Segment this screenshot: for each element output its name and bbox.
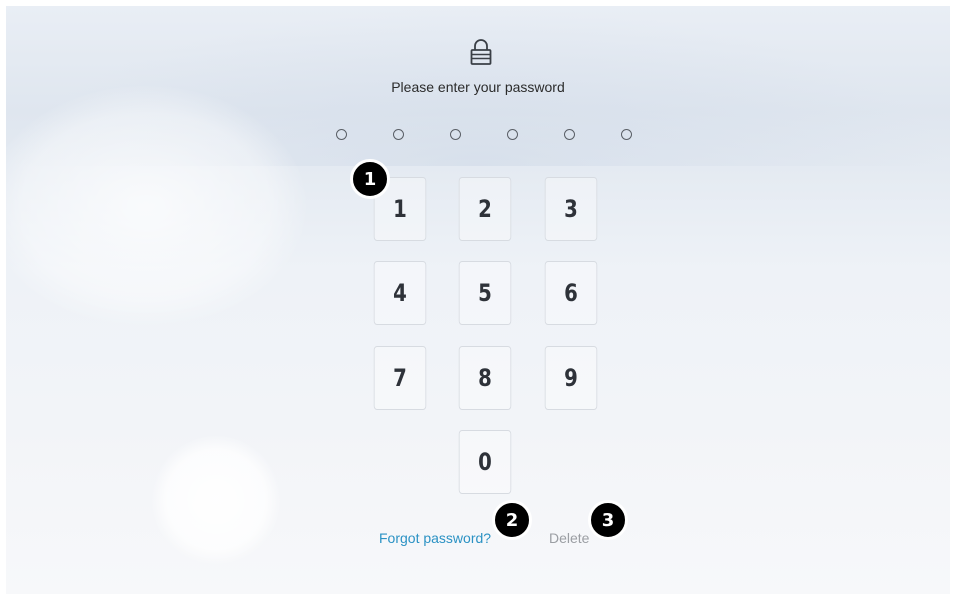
key-4-button[interactable]: 4 <box>373 261 427 325</box>
key-3-button[interactable]: 3 <box>544 177 598 241</box>
password-dot <box>336 129 347 140</box>
password-dot <box>621 129 632 140</box>
background-glow-left <box>6 86 306 326</box>
lock-screen: Please enter your password 1 2 3 4 5 6 7… <box>6 6 950 594</box>
annotation-badge-1: 1 <box>350 159 390 199</box>
delete-button[interactable]: Delete <box>549 530 589 546</box>
password-prompt: Please enter your password <box>391 79 565 95</box>
password-dot <box>450 129 461 140</box>
key-0-button[interactable]: 0 <box>458 430 512 494</box>
key-6-button[interactable]: 6 <box>544 261 598 325</box>
key-2-button[interactable]: 2 <box>458 177 512 241</box>
background-glow-bottom <box>152 436 280 564</box>
annotation-badge-2: 2 <box>492 500 532 540</box>
key-9-button[interactable]: 9 <box>544 346 598 410</box>
password-dot <box>507 129 518 140</box>
key-8-button[interactable]: 8 <box>458 346 512 410</box>
password-dot <box>393 129 404 140</box>
annotation-badge-3: 3 <box>588 500 628 540</box>
forgot-password-link[interactable]: Forgot password? <box>379 530 491 546</box>
key-7-button[interactable]: 7 <box>373 346 427 410</box>
lock-icon <box>470 39 492 65</box>
password-dot <box>564 129 575 140</box>
key-5-button[interactable]: 5 <box>458 261 512 325</box>
